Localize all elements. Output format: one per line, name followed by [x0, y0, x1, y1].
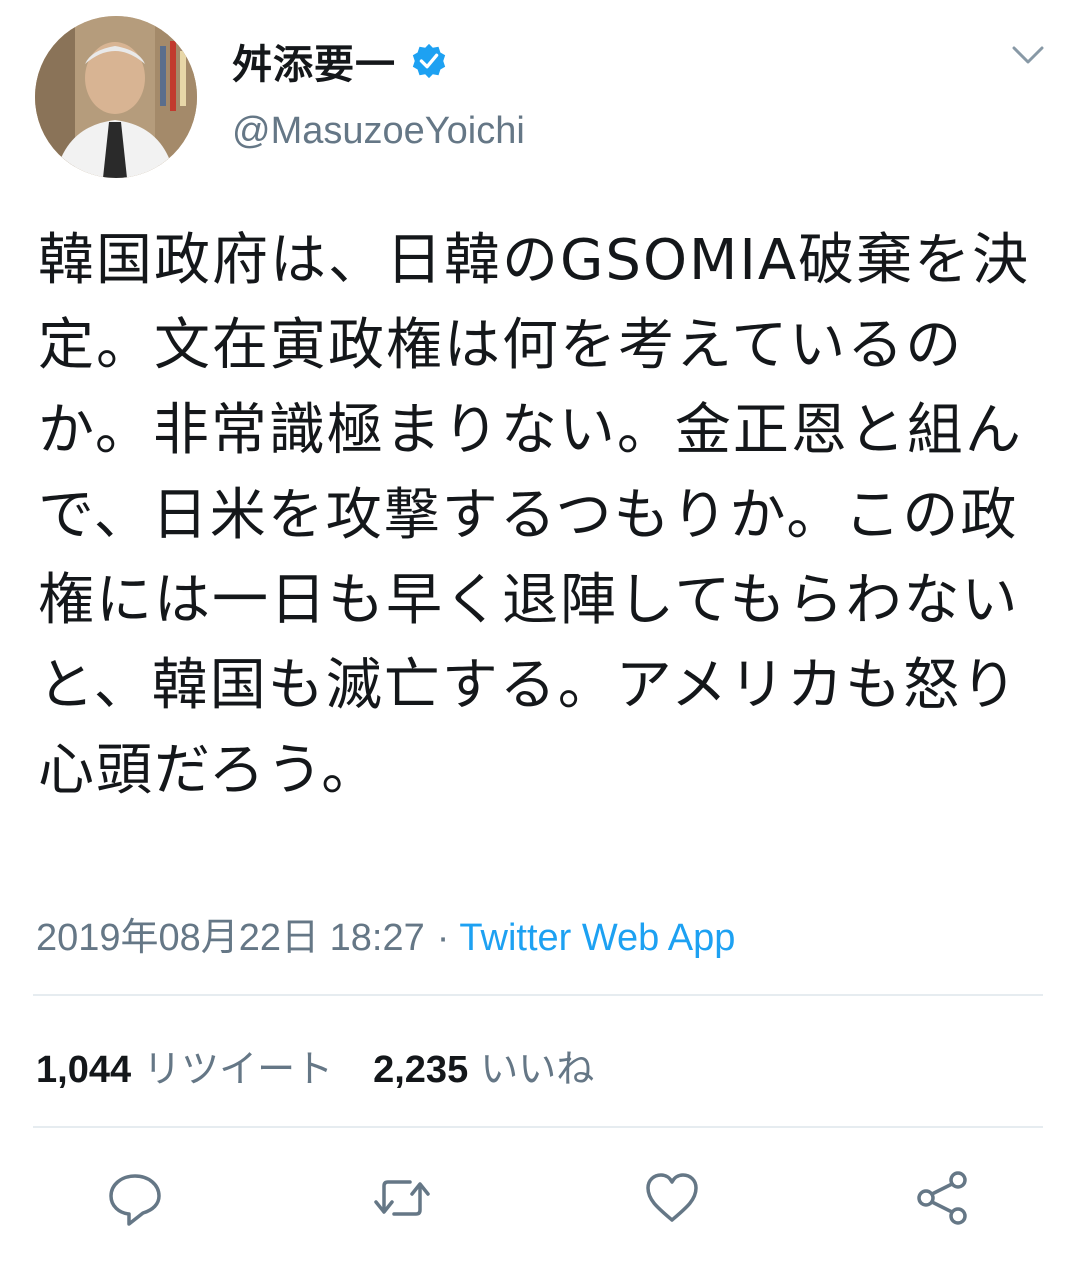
retweets-label: リツイート: [143, 1049, 334, 1091]
meta-separator: ·: [436, 917, 450, 959]
user-handle[interactable]: @MasuzoeYoichi: [232, 110, 525, 153]
verified-badge-icon: [412, 43, 446, 79]
likes-count: 2,235: [373, 1049, 469, 1091]
timestamp[interactable]: 2019年08月22日 18:27: [36, 917, 425, 959]
retweets-count: 1,044: [36, 1049, 132, 1091]
divider-top: [33, 994, 1043, 996]
reply-icon[interactable]: [103, 1166, 167, 1230]
likes-stat[interactable]: 2,235 いいね: [373, 1049, 594, 1091]
tweet-text: 韓国政府は、日韓のGSOMIA破棄を決定。文在寅政権は何を考えているのか。非常識…: [38, 228, 1031, 803]
display-name-text: 舛添要一: [232, 42, 396, 88]
retweets-stat[interactable]: 1,044 リツイート: [36, 1049, 333, 1091]
avatar-photo: [35, 16, 197, 178]
avatar[interactable]: [35, 16, 197, 178]
source-link[interactable]: Twitter Web App: [459, 917, 735, 959]
retweet-icon[interactable]: [370, 1166, 434, 1230]
like-icon[interactable]: [640, 1166, 704, 1230]
engagement-stats: 1,044 リツイート 2,235 いいね: [36, 1038, 594, 1093]
divider-bottom: [33, 1126, 1043, 1128]
chevron-down-icon[interactable]: [1008, 40, 1048, 70]
action-bar: [0, 1166, 1078, 1236]
likes-label: いいね: [480, 1049, 595, 1091]
display-name[interactable]: 舛添要一: [232, 32, 448, 90]
share-icon[interactable]: [910, 1166, 974, 1230]
tweet-meta: 2019年08月22日 18:27 · Twitter Web App: [36, 906, 735, 961]
